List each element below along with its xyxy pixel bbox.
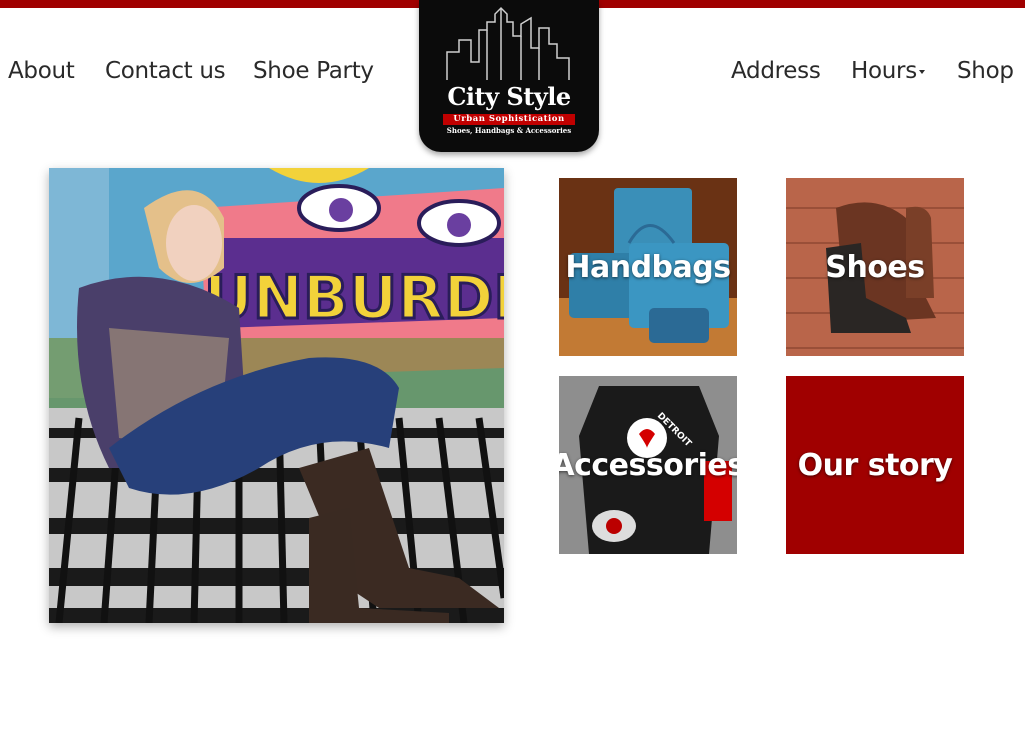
tile-accessories-label: Accessories [559,447,737,483]
hero-photo: UNBURDEN [49,168,504,623]
logo-tagline: Urban Sophistication [443,114,575,125]
tile-accessories[interactable]: DETROIT Accessories [559,376,737,554]
skyline-icon [446,6,570,80]
mural-text: UNBURDEN [204,263,504,333]
caret-down-icon [918,69,925,74]
tile-our-story-label: Our story [797,447,953,483]
logo-subtitle: Shoes, Handbags & Accessories [446,126,572,135]
nav-hours[interactable]: Hours [851,58,925,84]
tile-shoes[interactable]: Shoes [786,178,964,356]
nav-shop[interactable]: Shop [957,58,1014,84]
tile-our-story[interactable]: Our story [786,376,964,554]
nav-about[interactable]: About [8,58,75,84]
nav-hours-label: Hours [851,58,917,84]
nav-contact-us[interactable]: Contact us [105,58,226,84]
city-style-logo[interactable]: City Style Urban Sophistication Shoes, H… [419,0,599,152]
tile-handbags[interactable]: Handbags [559,178,737,356]
logo-title: City Style [447,82,571,111]
nav-shoe-party[interactable]: Shoe Party [253,58,374,84]
tile-handbags-label: Handbags [565,249,731,285]
tile-shoes-label: Shoes [825,249,925,285]
nav-address[interactable]: Address [731,58,821,84]
